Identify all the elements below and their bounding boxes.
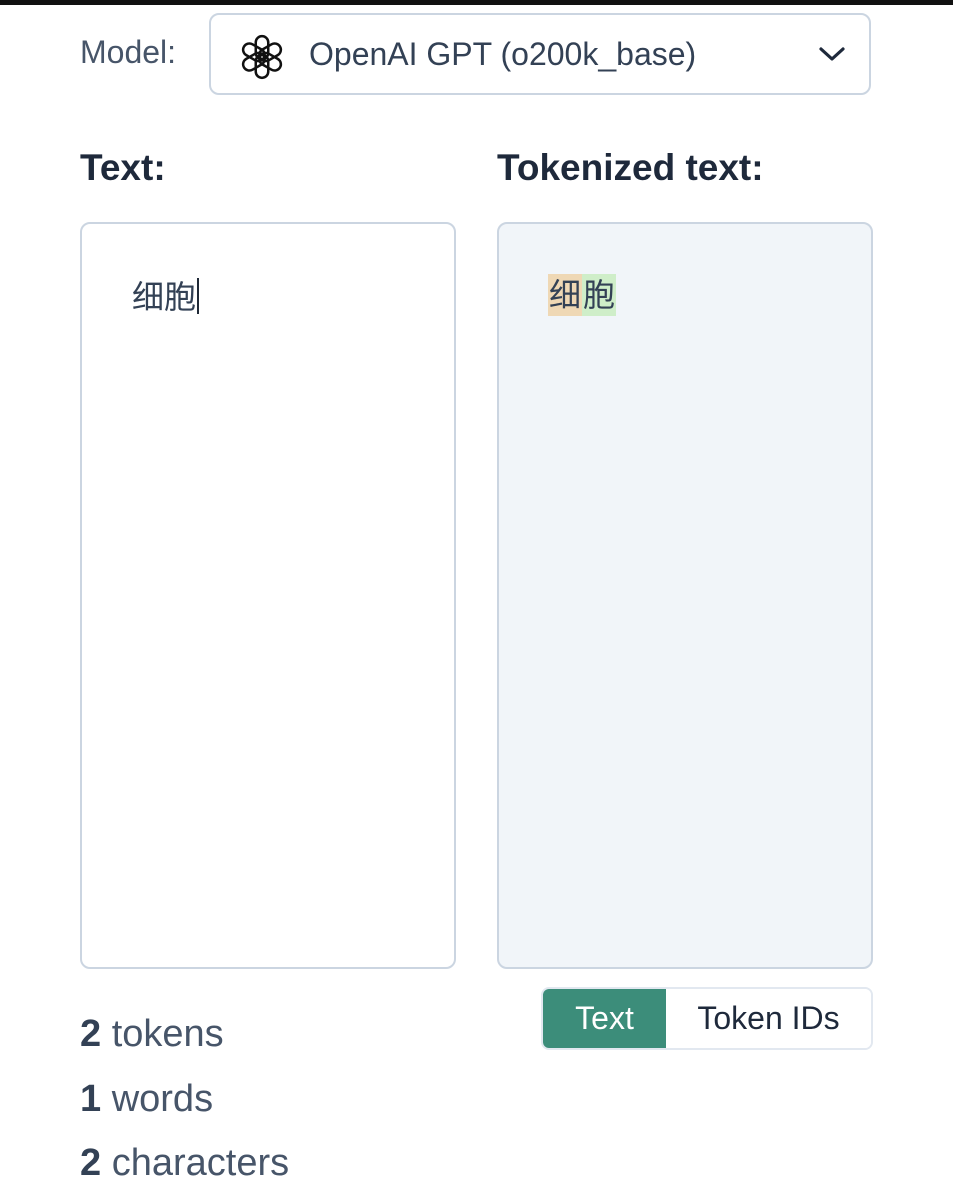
openai-logo-icon bbox=[241, 34, 283, 80]
model-select[interactable]: OpenAI GPT (o200k_base) bbox=[209, 13, 871, 95]
words-count: 1 bbox=[80, 1078, 102, 1120]
text-section-title: Text: bbox=[80, 147, 166, 188]
characters-stat: 2 characters bbox=[80, 1142, 289, 1185]
characters-count: 2 bbox=[80, 1142, 102, 1184]
words-stat: 1 words bbox=[80, 1078, 213, 1121]
token-chip: 胞 bbox=[582, 274, 617, 316]
tokens-label: tokens bbox=[111, 1013, 224, 1055]
text-caret bbox=[197, 278, 200, 314]
tokens-count: 2 bbox=[80, 1013, 102, 1055]
model-select-value: OpenAI GPT (o200k_base) bbox=[309, 36, 697, 72]
tokenized-section-title: Tokenized text: bbox=[497, 147, 764, 188]
text-view-button[interactable]: Text bbox=[543, 989, 666, 1048]
characters-label: characters bbox=[111, 1142, 290, 1184]
top-border bbox=[0, 0, 953, 5]
words-label: words bbox=[111, 1078, 214, 1120]
tokens-stat: 2 tokens bbox=[80, 1013, 224, 1056]
token-ids-view-button[interactable]: Token IDs bbox=[666, 989, 871, 1048]
view-toggle: Text Token IDs bbox=[541, 987, 873, 1050]
text-input[interactable]: 细胞 bbox=[80, 222, 456, 969]
chevron-down-icon bbox=[819, 47, 845, 61]
text-input-value: 细胞 bbox=[132, 279, 197, 315]
token-chip: 细 bbox=[548, 274, 583, 316]
tokenized-output: 细胞 bbox=[497, 222, 873, 969]
model-label: Model: bbox=[80, 34, 177, 70]
